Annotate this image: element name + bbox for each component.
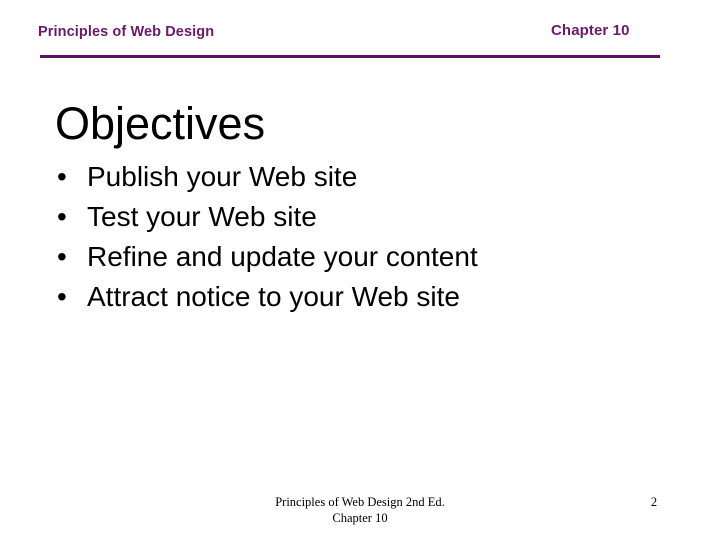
bullet-point-icon: •	[57, 201, 67, 232]
list-item: • Publish your Web site	[55, 157, 655, 197]
header-chapter-label: Chapter 10	[551, 22, 630, 39]
bullet-point-icon: •	[57, 161, 67, 192]
footer-book-title: Principles of Web Design 2nd Ed.	[275, 495, 445, 509]
presentation-slide: Principles of Web Design Chapter 10 Obje…	[0, 0, 720, 540]
footer-chapter-label: Chapter 10	[332, 511, 388, 525]
objectives-bullet-list: • Publish your Web site • Test your Web …	[55, 157, 655, 317]
header-divider-rule	[40, 55, 660, 58]
list-item: • Refine and update your content	[55, 237, 655, 277]
list-item-label: Attract notice to your Web site	[87, 281, 460, 312]
bullet-point-icon: •	[57, 281, 67, 312]
list-item: • Test your Web site	[55, 197, 655, 237]
list-item-label: Publish your Web site	[87, 161, 358, 192]
list-item: • Attract notice to your Web site	[55, 277, 655, 317]
slide-footer: Principles of Web Design 2nd Ed. Chapter…	[0, 494, 720, 526]
list-item-label: Refine and update your content	[87, 241, 478, 272]
header-course-title: Principles of Web Design	[38, 24, 215, 40]
slide-title: Objectives	[55, 98, 266, 150]
slide-page-number: 2	[650, 495, 658, 509]
list-item-label: Test your Web site	[87, 201, 317, 232]
bullet-point-icon: •	[57, 241, 67, 272]
